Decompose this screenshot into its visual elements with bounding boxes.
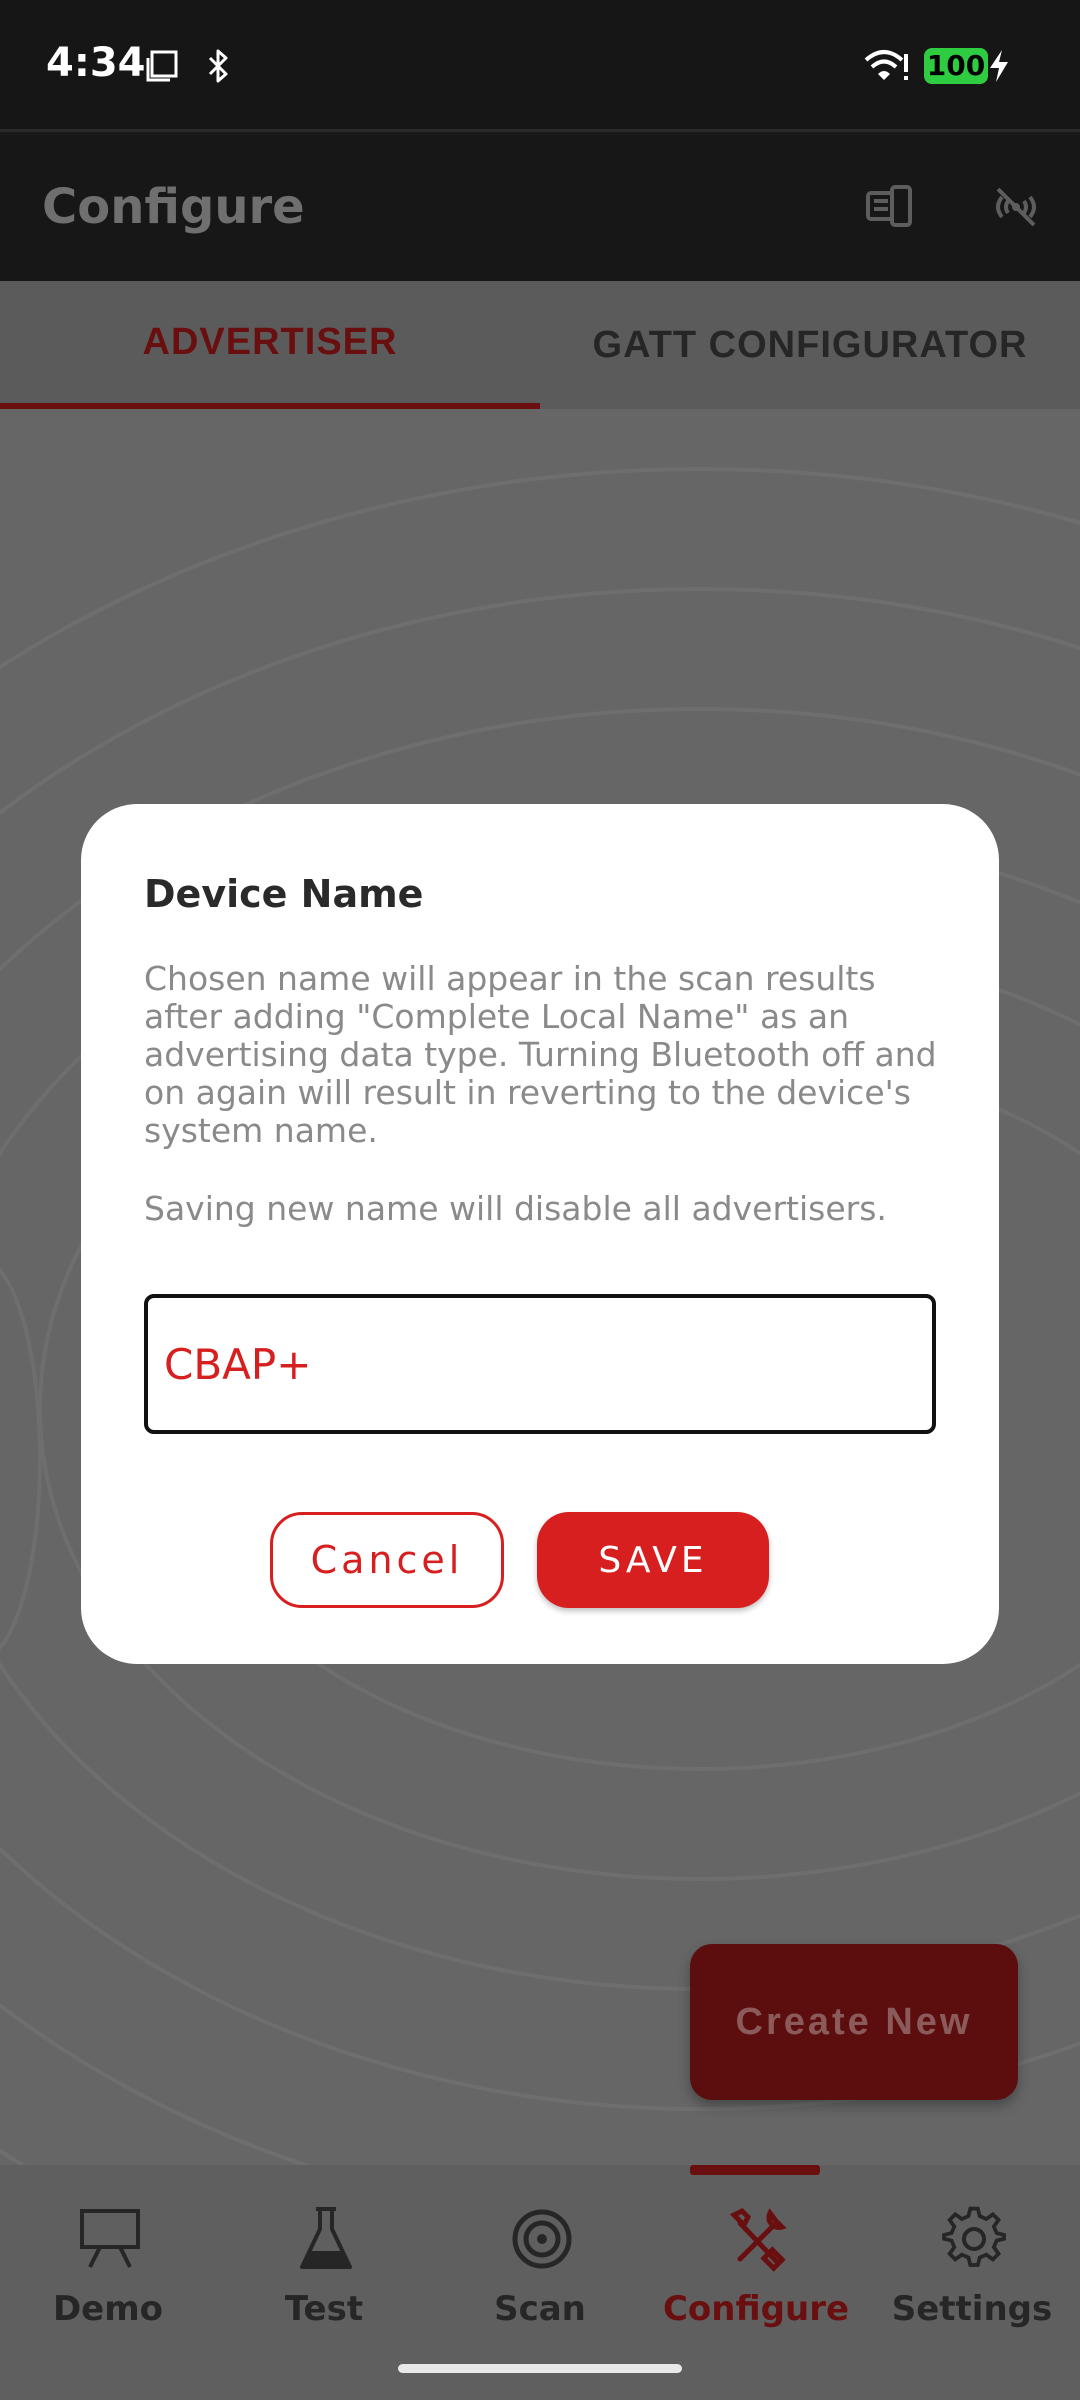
screen-record-icon — [146, 50, 178, 82]
tools-icon — [729, 2207, 787, 2272]
dialog-description: Chosen name will appear in the scan resu… — [144, 959, 937, 1150]
save-button[interactable]: SAVE — [537, 1512, 769, 1608]
page-title: Configure — [42, 179, 305, 235]
bluetooth-icon — [208, 49, 228, 83]
nav-label-demo: Demo — [52, 2289, 164, 2329]
tab-gatt-configurator[interactable]: GATT CONFIGURATOR — [540, 281, 1080, 409]
nav-label-settings: Settings — [891, 2289, 1053, 2329]
device-name-field[interactable] — [144, 1294, 936, 1434]
gear-icon — [942, 2206, 1006, 2267]
home-indicator[interactable] — [398, 2364, 682, 2373]
tab-advertiser[interactable]: ADVERTISER — [0, 281, 540, 409]
active-nav-indicator — [690, 2165, 820, 2175]
target-icon — [512, 2209, 572, 2269]
nav-label-scan: Scan — [494, 2289, 586, 2329]
presentation-board-icon — [80, 2209, 140, 2268]
nav-item-settings[interactable]: Settings — [864, 2205, 1080, 2355]
battery-indicator: 100 — [924, 48, 988, 84]
create-new-button[interactable]: Create New — [690, 1944, 1018, 2100]
dialog-title: Device Name — [144, 872, 424, 916]
status-time: 4:34 — [46, 40, 146, 86]
device-name-dialog: Device Name Chosen name will appear in t… — [81, 804, 999, 1664]
nav-item-configure[interactable]: Configure — [648, 2205, 864, 2355]
nav-item-scan[interactable]: Scan — [432, 2205, 648, 2355]
broadcast-off-icon[interactable] — [988, 179, 1044, 235]
dialog-warning: Saving new name will disable all adverti… — [144, 1189, 887, 1228]
charging-bolt-icon — [990, 50, 1008, 82]
nav-item-test[interactable]: Test — [216, 2205, 432, 2355]
device-mirror-icon[interactable] — [862, 179, 918, 235]
status-bar: 4:34 100 — [0, 0, 1080, 132]
flask-icon — [300, 2207, 352, 2269]
nav-label-test: Test — [284, 2289, 364, 2329]
wifi-icon — [864, 50, 908, 80]
tab-bar: ADVERTISER GATT CONFIGURATOR — [0, 281, 1080, 409]
nav-item-demo[interactable]: Demo — [0, 2205, 216, 2355]
cancel-button[interactable]: Cancel — [270, 1512, 504, 1608]
device-name-input[interactable] — [164, 1298, 904, 1430]
app-bar: Configure — [0, 135, 1080, 281]
nav-label-configure: Configure — [662, 2289, 850, 2329]
